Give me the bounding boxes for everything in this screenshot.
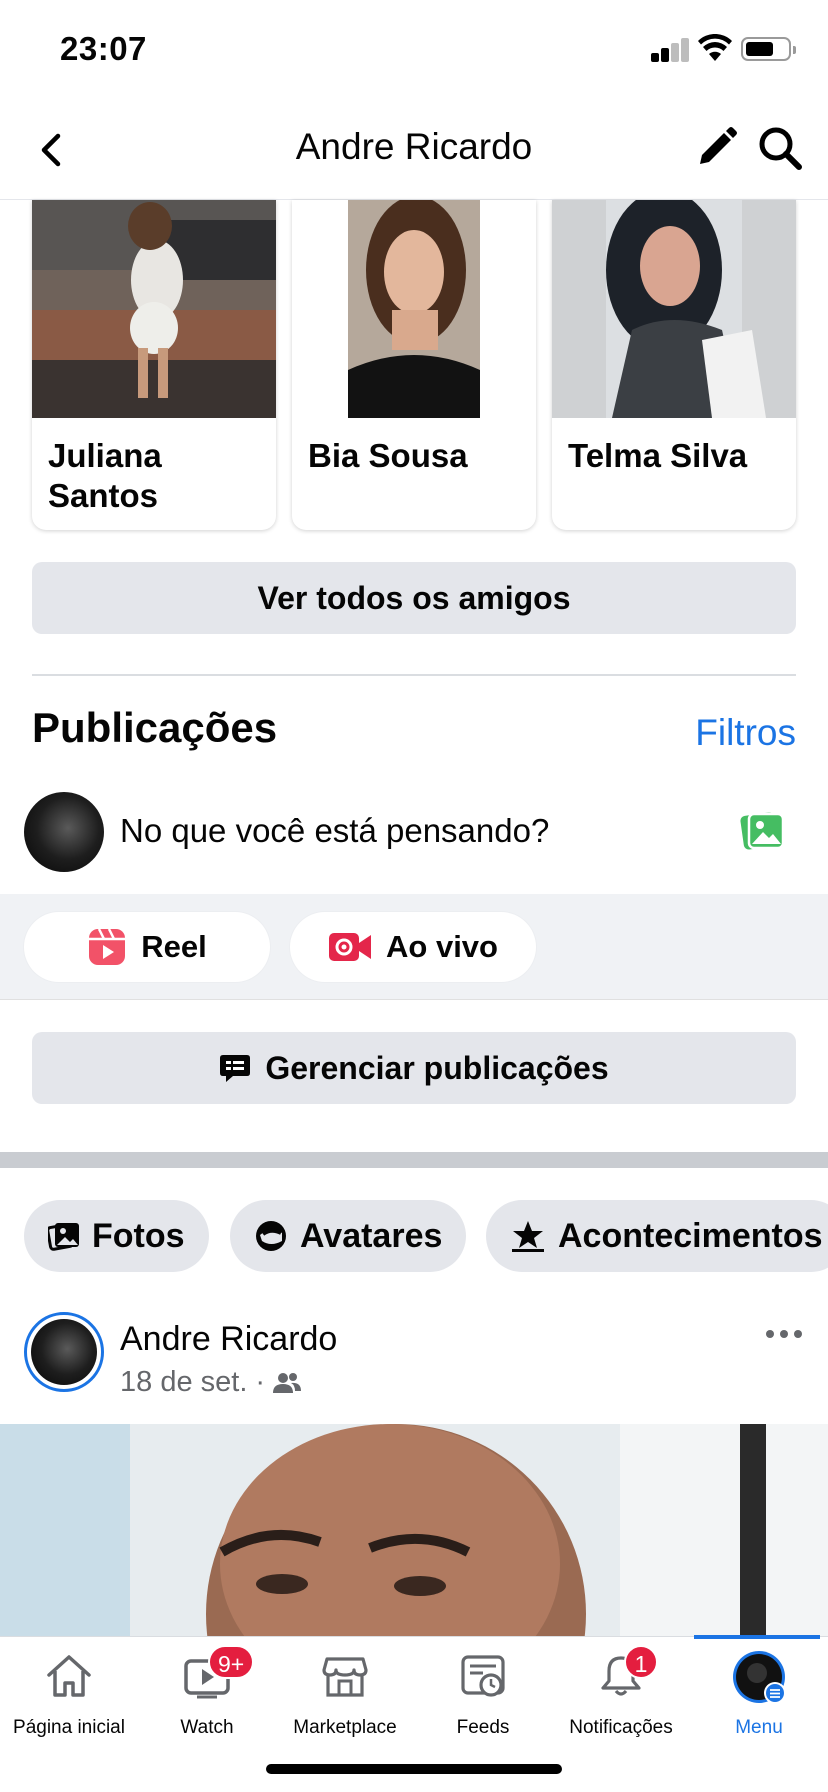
tab-label: Notificações [569, 1717, 673, 1738]
notifications-badge: 1 [624, 1645, 658, 1679]
post-date[interactable]: 18 de set. [120, 1366, 247, 1399]
post-photo[interactable] [0, 1424, 828, 1636]
friend-photo [32, 200, 276, 418]
home-indicator [266, 1764, 562, 1774]
create-actions-bar: Reel Ao vivo [0, 894, 828, 1000]
chip-label: Fotos [92, 1216, 185, 1255]
post-author[interactable]: Andre Ricardo [120, 1320, 337, 1359]
posts-section-title: Publicações [32, 704, 278, 751]
tab-feeds[interactable]: Feeds [414, 1637, 552, 1747]
tab-label: Marketplace [293, 1717, 397, 1738]
avatar-icon [256, 1221, 286, 1251]
manage-posts-label: Gerenciar publicações [265, 1049, 609, 1086]
see-all-friends-label: Ver todos os amigos [257, 579, 571, 616]
tab-label: Menu [735, 1717, 783, 1738]
menu-avatar-icon [733, 1651, 786, 1704]
friend-card[interactable]: Juliana Santos [32, 200, 276, 530]
status-bar: 23:07 [0, 0, 828, 100]
chip-avatares[interactable]: Avatares [230, 1200, 467, 1272]
post-meta: 18 de set. · [120, 1366, 302, 1399]
tab-notifications[interactable]: 1 Notificações [552, 1637, 690, 1747]
friend-name: Juliana Santos [48, 437, 162, 514]
watch-badge: 9+ [208, 1645, 255, 1679]
composer-placeholder[interactable]: No que você está pensando? [120, 812, 549, 850]
divider [32, 674, 796, 676]
friend-card[interactable]: Bia Sousa [292, 200, 536, 530]
see-all-friends-button[interactable]: Ver todos os amigos [32, 562, 796, 634]
chat-settings-icon [220, 1055, 251, 1082]
profile-header: Andre Ricardo [0, 100, 828, 200]
battery-icon [741, 37, 796, 61]
friend-photo [552, 200, 796, 418]
friend-card[interactable]: Telma Silva [552, 200, 796, 530]
chip-label: Acontecimentos [558, 1216, 823, 1255]
status-time: 23:07 [60, 30, 147, 67]
friend-name: Telma Silva [568, 437, 748, 474]
friends-grid: Juliana Santos Bia Sousa Telma Silva [0, 200, 828, 530]
manage-posts-button[interactable]: Gerenciar publicações [32, 1032, 796, 1104]
feeds-icon [461, 1655, 505, 1697]
tab-marketplace[interactable]: Marketplace [276, 1637, 414, 1747]
section-separator [0, 1152, 828, 1168]
reel-label: Reel [141, 929, 207, 964]
chip-label: Avatares [300, 1216, 443, 1255]
friend-photo [292, 200, 536, 418]
tab-home[interactable]: Página inicial [0, 1637, 138, 1747]
search-icon[interactable] [756, 124, 804, 172]
marketplace-icon [322, 1657, 368, 1697]
live-button[interactable]: Ao vivo [290, 912, 536, 982]
photos-icon [48, 1223, 79, 1251]
avatar[interactable] [24, 792, 104, 872]
star-milestone-icon [512, 1221, 544, 1252]
filters-link[interactable]: Filtros [695, 712, 796, 754]
reel-button[interactable]: Reel [24, 912, 270, 982]
tab-label: Watch [180, 1717, 234, 1738]
chip-fotos[interactable]: Fotos [24, 1200, 209, 1272]
friend-name: Bia Sousa [308, 437, 468, 474]
friends-audience-icon[interactable] [273, 1372, 302, 1394]
avatar[interactable] [24, 1312, 104, 1392]
chip-acontecimentos[interactable]: Acontecimentos [486, 1200, 828, 1272]
post-composer[interactable]: No que você está pensando? [0, 784, 828, 894]
live-video-icon [329, 933, 372, 961]
edit-pencil-icon[interactable] [694, 124, 740, 170]
tab-watch[interactable]: 9+ Watch [138, 1637, 276, 1747]
more-options-icon[interactable] [764, 1324, 804, 1344]
photo-gallery-icon[interactable] [740, 808, 786, 854]
live-label: Ao vivo [386, 929, 498, 964]
tab-menu[interactable]: Menu [690, 1637, 828, 1747]
meta-separator: · [255, 1366, 266, 1398]
reel-icon [89, 928, 126, 965]
cellular-signal-icon [651, 36, 691, 62]
home-icon [47, 1655, 91, 1697]
tab-label: Feeds [456, 1717, 510, 1738]
wifi-icon [698, 34, 732, 61]
post-header: Andre Ricardo 18 de set. · [0, 1310, 828, 1420]
tab-label: Página inicial [13, 1717, 125, 1738]
